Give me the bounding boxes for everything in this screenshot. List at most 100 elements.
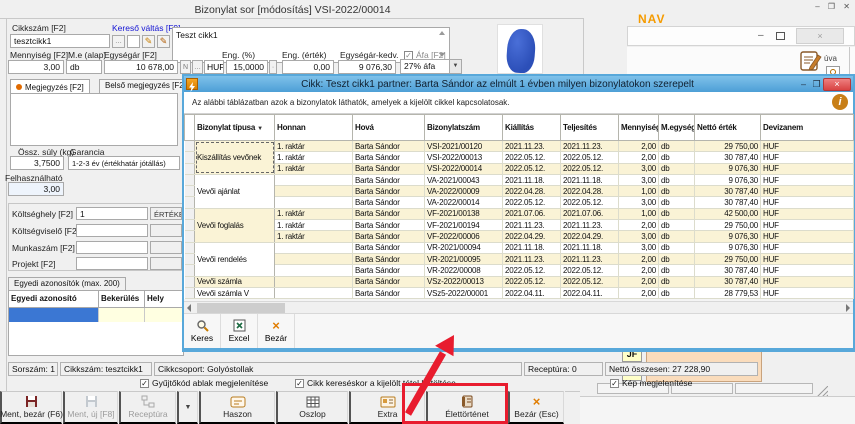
table-cell[interactable]: 2022.05.12. xyxy=(503,265,561,276)
table-cell[interactable] xyxy=(275,242,353,253)
row-selector[interactable] xyxy=(185,220,195,231)
table-cell[interactable]: 3,00 xyxy=(619,242,659,253)
row-selector[interactable] xyxy=(185,265,195,276)
row-selector[interactable] xyxy=(185,152,195,163)
table-cell[interactable]: Barta Sándor xyxy=(353,174,425,185)
table-cell[interactable]: HUF xyxy=(761,287,854,298)
table-cell[interactable]: 30 787,40 xyxy=(695,152,761,163)
me-alap-input[interactable]: db xyxy=(66,60,102,74)
n-button[interactable]: N xyxy=(180,60,191,74)
table-cell[interactable]: HUF xyxy=(761,208,854,219)
table-row[interactable]: 1. raktárBarta SándorVSI-2022/000132022.… xyxy=(185,152,854,163)
table-cell[interactable]: 2,00 xyxy=(619,141,659,152)
table-cell[interactable]: 30 787,40 xyxy=(695,186,761,197)
table-cell[interactable]: db xyxy=(659,220,695,231)
group-cell[interactable]: Vevői ajánlat xyxy=(195,174,275,208)
table-cell[interactable]: 3,00 xyxy=(619,163,659,174)
table-cell[interactable]: 28 779,53 xyxy=(695,287,761,298)
row-selector[interactable] xyxy=(185,208,195,219)
table-cell[interactable]: VR-2021/00095 xyxy=(425,253,503,264)
table-cell[interactable]: Barta Sándor xyxy=(353,287,425,298)
table-cell[interactable]: 2021.11.23. xyxy=(503,220,561,231)
table-cell[interactable]: 2021.11.18. xyxy=(503,242,561,253)
egyedi-col-azonosito[interactable]: Egyedi azonosító xyxy=(9,291,99,307)
dialog-titlebar[interactable]: Cikk: Teszt cikk1 partner: Barta Sándor … xyxy=(184,76,853,92)
egyedi-cell-selected[interactable] xyxy=(9,308,99,322)
table-cell[interactable] xyxy=(275,265,353,276)
table-cell[interactable]: VF-2021/00194 xyxy=(425,220,503,231)
afa-dropdown-icon[interactable]: ▼ xyxy=(449,60,461,73)
table-cell[interactable]: 2022.04.28. xyxy=(561,186,619,197)
scrollbar-thumb[interactable] xyxy=(197,303,285,313)
cikkszam-input[interactable]: tesztcikk1 xyxy=(10,34,110,48)
table-row[interactable]: Vevői számlaBarta SándorVSz-2022/0001320… xyxy=(185,276,854,287)
group-cell[interactable]: Vevői számla xyxy=(195,276,275,287)
table-cell[interactable]: db xyxy=(659,253,695,264)
pencil-icon[interactable]: ✎ xyxy=(157,35,170,48)
table-cell[interactable]: 2021.11.23. xyxy=(503,141,561,152)
table-cell[interactable]: 30 787,40 xyxy=(695,265,761,276)
table-cell[interactable]: HUF xyxy=(761,231,854,242)
table-cell[interactable]: 3,00 xyxy=(619,231,659,242)
table-cell[interactable]: Barta Sándor xyxy=(353,276,425,287)
table-row[interactable]: Vevői ajánlatBarta SándorVA-2021/0004320… xyxy=(185,174,854,185)
eng-ertek-input[interactable]: 0,00 xyxy=(282,60,334,74)
table-cell[interactable]: HUF xyxy=(761,186,854,197)
blank-button[interactable] xyxy=(127,35,140,48)
table-cell[interactable]: 2022.05.12. xyxy=(503,152,561,163)
ment-bezar-button[interactable]: Ment, bezár (F6) xyxy=(0,391,62,424)
gyujtokod-checkbox[interactable]: ✓ Gyűjtőkód ablak megjelenítése xyxy=(140,378,268,388)
table-row[interactable]: 1. raktárBarta SándorVF-2022/000062022.0… xyxy=(185,231,854,242)
table-cell[interactable]: db xyxy=(659,163,695,174)
table-cell[interactable]: 2022.04.11. xyxy=(503,287,561,298)
table-cell[interactable]: Barta Sándor xyxy=(353,141,425,152)
table-row[interactable]: 1. raktárBarta SándorVSI-2022/000142022.… xyxy=(185,163,854,174)
scroll-right-icon[interactable] xyxy=(846,304,850,312)
egyedi-cell[interactable] xyxy=(99,308,145,322)
col-honnan[interactable]: Honnan xyxy=(275,115,353,141)
table-cell[interactable]: 2022.04.29. xyxy=(503,231,561,242)
table-cell[interactable]: 2,00 xyxy=(619,287,659,298)
dialog-bezar-button[interactable]: × Bezár xyxy=(258,314,295,348)
table-cell[interactable]: 2,00 xyxy=(619,152,659,163)
table-cell[interactable]: Barta Sándor xyxy=(353,231,425,242)
garancia-select[interactable]: 1-2-3 év (értékhatár jótállás) xyxy=(68,156,180,170)
table-cell[interactable]: 2022.04.11. xyxy=(561,287,619,298)
edit-note-icon[interactable]: ✎ xyxy=(142,35,155,48)
felhasznalhato-input[interactable]: 3,00 xyxy=(8,182,64,196)
table-cell[interactable]: VF-2022/00006 xyxy=(425,231,503,242)
eng-stepper[interactable]: · xyxy=(269,60,277,74)
table-cell[interactable]: Barta Sándor xyxy=(353,242,425,253)
table-cell[interactable]: 9 076,30 xyxy=(695,231,761,242)
table-cell[interactable]: 2021.11.23. xyxy=(503,253,561,264)
table-cell[interactable]: db xyxy=(659,208,695,219)
table-cell[interactable]: db xyxy=(659,197,695,208)
projekt-input[interactable] xyxy=(76,257,148,270)
table-cell[interactable]: HUF xyxy=(761,276,854,287)
scroll-up-icon[interactable] xyxy=(439,31,445,35)
table-cell[interactable]: VR-2021/00094 xyxy=(425,242,503,253)
table-cell[interactable]: db xyxy=(659,174,695,185)
inactive-close-button[interactable]: × xyxy=(796,28,844,44)
excel-button[interactable]: Excel xyxy=(221,314,258,348)
table-cell[interactable] xyxy=(275,253,353,264)
table-cell[interactable]: 1,00 xyxy=(619,208,659,219)
table-cell[interactable]: VR-2022/00008 xyxy=(425,265,503,276)
tab-egyedi-azonositok[interactable]: Egyedi azonosítók (max. 200) xyxy=(8,277,126,290)
table-cell[interactable]: VA-2022/00009 xyxy=(425,186,503,197)
table-cell[interactable]: VSI-2021/00120 xyxy=(425,141,503,152)
table-cell[interactable]: 2,00 xyxy=(619,253,659,264)
table-cell[interactable]: 2022.05.12. xyxy=(561,152,619,163)
table-cell[interactable]: 1. raktár xyxy=(275,231,353,242)
table-cell[interactable]: Barta Sándor xyxy=(353,197,425,208)
table-cell[interactable] xyxy=(275,287,353,298)
col-hova[interactable]: Hová xyxy=(353,115,425,141)
table-cell[interactable]: 1. raktár xyxy=(275,152,353,163)
lookup-button[interactable]: … xyxy=(112,35,125,48)
table-cell[interactable]: db xyxy=(659,265,695,276)
table-cell[interactable]: 2022.05.12. xyxy=(561,197,619,208)
munkaszam-input[interactable] xyxy=(76,241,148,254)
table-cell[interactable]: VSz-2022/00013 xyxy=(425,276,503,287)
kep-checkbox[interactable]: ✓ Kép megjelenítése xyxy=(610,378,692,388)
table-cell[interactable]: HUF xyxy=(761,141,854,152)
